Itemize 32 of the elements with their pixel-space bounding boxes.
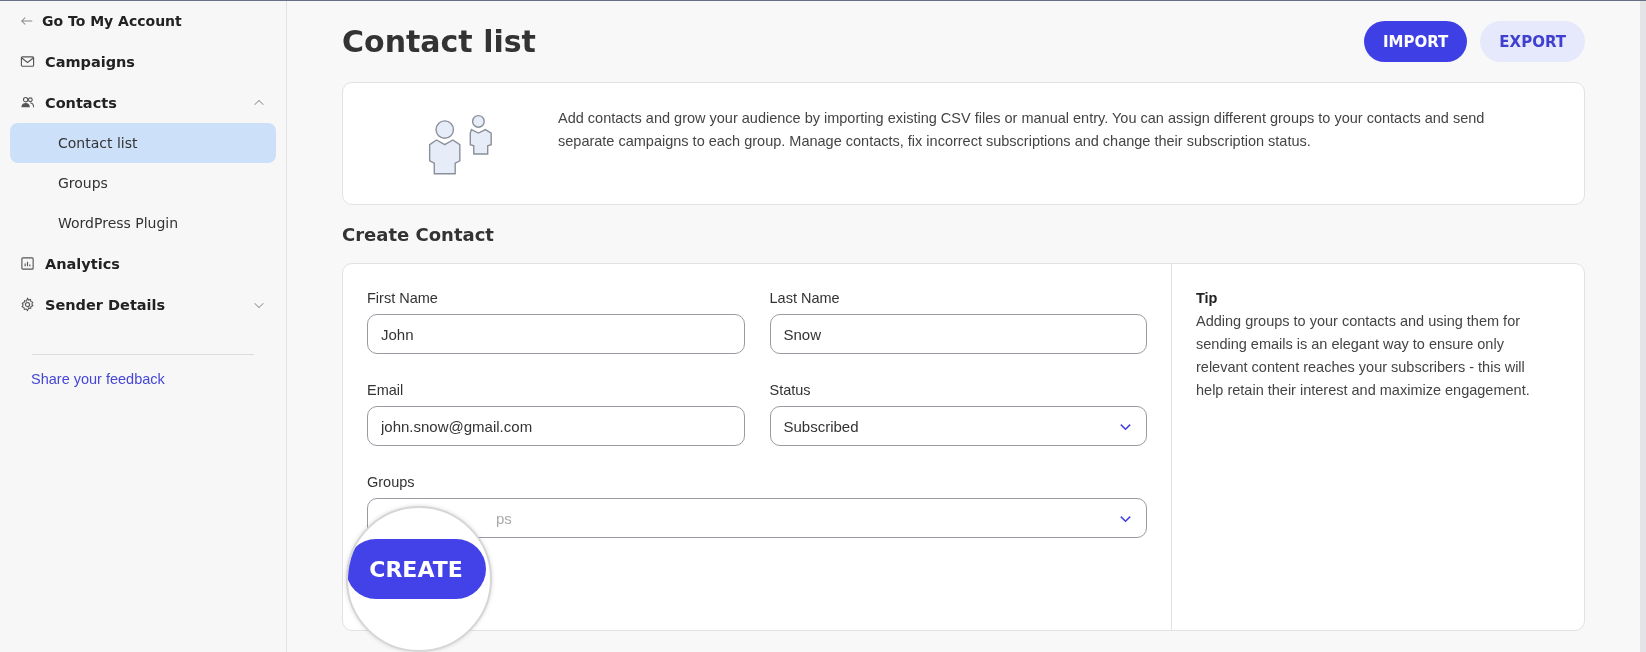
- section-title: Create Contact: [342, 222, 495, 247]
- tip-text: Adding groups to your contacts and using them for sending emails is an elegant way to ensure only relevant content reaches your subscribers - this will help retain their interest and maximize engagement.: [1196, 312, 1531, 400]
- settings-icon: [20, 297, 35, 312]
- page-title: Contact list: [342, 24, 536, 59]
- export-button[interactable]: EXPORT: [1480, 21, 1585, 62]
- back-link[interactable]: Go To My Account: [10, 11, 276, 31]
- nav-item[interactable]: Campaigns: [10, 41, 276, 82]
- create-button[interactable]: CREATE: [348, 539, 486, 599]
- sub-nav-item[interactable]: WordPress Plugin: [10, 203, 276, 243]
- chart-icon: [20, 256, 35, 271]
- field-label: Status: [769, 382, 812, 398]
- input-field[interactable]: john.snow@gmail.com: [367, 406, 745, 446]
- tip-title: Tip: [1196, 290, 1219, 306]
- select-field[interactable]: Subscribed: [769, 406, 1147, 446]
- sub-nav-item[interactable]: Contact list: [10, 123, 276, 163]
- scrollbar[interactable]: [1640, 1, 1646, 652]
- nav-item[interactable]: Sender Details: [10, 284, 276, 325]
- mail-icon: [20, 54, 35, 69]
- people-icon: [20, 95, 35, 110]
- nav-item[interactable]: Contacts: [10, 82, 276, 123]
- back-arrow-icon: [20, 14, 34, 28]
- input-field[interactable]: John: [367, 314, 745, 354]
- field-label: Groups: [367, 474, 416, 490]
- field-label: Last Name: [769, 290, 841, 306]
- field-label: Email: [367, 382, 405, 398]
- field-label: First Name: [367, 290, 439, 306]
- intro-text: Add contacts and grow your audience by importing existing CSV files or manual entry. You can assign different groups to your contacts and send separate campaigns to each group. Manage contacts, fix incorrect subscriptions and change their subscription status.: [558, 108, 1486, 151]
- import-button[interactable]: IMPORT: [1363, 21, 1468, 62]
- feedback-link[interactable]: Share your feedback: [10, 371, 276, 387]
- sub-nav-item[interactable]: Groups: [10, 163, 276, 203]
- input-field[interactable]: Snow: [769, 314, 1147, 354]
- nav-item[interactable]: Analytics: [10, 243, 276, 284]
